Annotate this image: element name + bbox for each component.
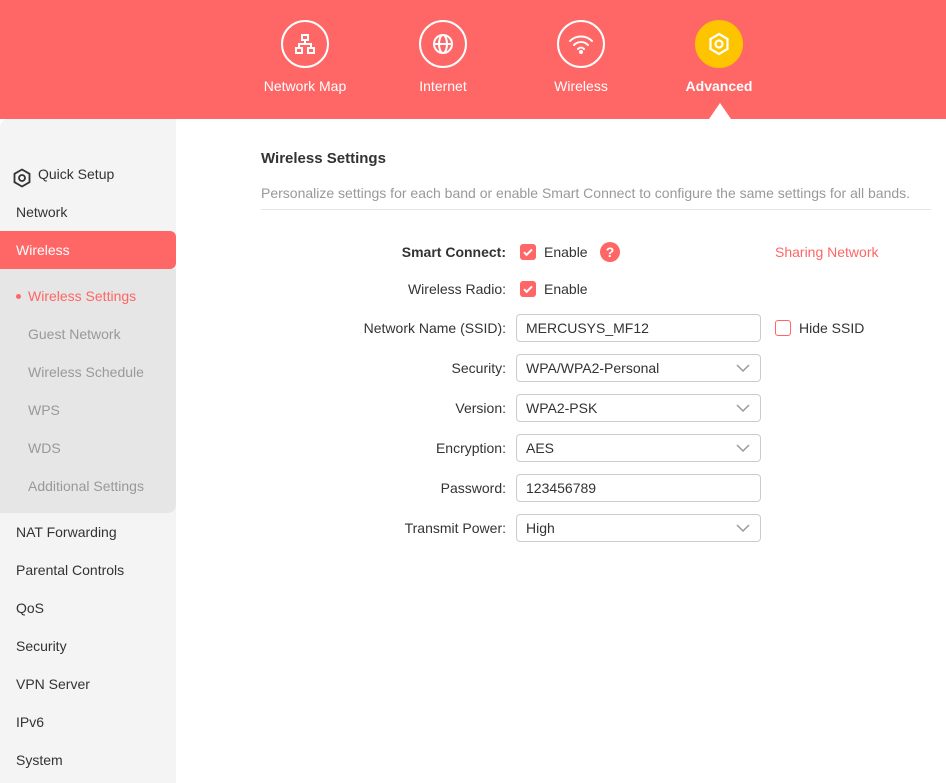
page-title: Wireless Settings xyxy=(261,150,386,167)
nav-internet-label: Internet xyxy=(419,78,467,94)
version-select[interactable]: WPA2-PSK xyxy=(516,394,761,422)
transmit-power-select[interactable]: High xyxy=(516,514,761,542)
transmit-power-label: Transmit Power: xyxy=(404,520,506,536)
chevron-down-icon xyxy=(736,524,750,533)
smart-connect-checkbox[interactable] xyxy=(520,244,536,260)
network-map-icon xyxy=(281,20,329,68)
encryption-label: Encryption: xyxy=(435,440,506,456)
sidebar-item-vpn-server[interactable]: VPN Server xyxy=(0,665,176,703)
sidebar-item-security[interactable]: Security xyxy=(0,627,176,665)
nav-advanced-label: Advanced xyxy=(685,78,753,94)
sidebar-subitem-wireless-schedule[interactable]: Wireless Schedule xyxy=(0,353,176,391)
sidebar-subitem-additional-settings[interactable]: Additional Settings xyxy=(0,467,176,505)
smart-connect-label: Smart Connect: xyxy=(401,244,506,260)
version-label: Version: xyxy=(455,400,506,416)
wireless-radio-enable-label: Enable xyxy=(544,281,588,297)
hide-ssid-checkbox[interactable] xyxy=(775,320,791,336)
ssid-input[interactable]: MERCUSYS_MF12 xyxy=(516,314,761,342)
help-icon[interactable]: ? xyxy=(600,242,620,262)
sidebar-subitem-wireless-settings[interactable]: Wireless Settings xyxy=(0,277,176,315)
encryption-select[interactable]: AES xyxy=(516,434,761,462)
sidebar-item-network[interactable]: Network xyxy=(0,193,176,231)
globe-icon xyxy=(419,20,467,68)
smart-connect-enable-label: Enable xyxy=(544,244,588,260)
sidebar-item-quick-setup[interactable]: Quick Setup xyxy=(0,155,176,193)
nav-network-map[interactable]: Network Map xyxy=(245,20,365,94)
sidebar-item-system[interactable]: System xyxy=(0,741,176,779)
sharing-network-link[interactable]: Sharing Network xyxy=(775,244,879,260)
checkmark-icon xyxy=(523,285,533,294)
sidebar-subitem-guest-network[interactable]: Guest Network xyxy=(0,315,176,353)
top-navigation-bar: Network Map Internet Wireless Advanced xyxy=(0,0,946,119)
sidebar-item-nat-forwarding[interactable]: NAT Forwarding xyxy=(0,513,176,551)
sidebar-item-qos[interactable]: QoS xyxy=(0,589,176,627)
chevron-down-icon xyxy=(736,444,750,453)
title-divider xyxy=(261,209,931,210)
nav-wireless-label: Wireless xyxy=(554,78,608,94)
nav-advanced[interactable]: Advanced xyxy=(659,20,779,94)
checkmark-icon xyxy=(523,248,533,257)
security-select-value: WPA/WPA2-Personal xyxy=(526,360,660,376)
sidebar-item-ipv6[interactable]: IPv6 xyxy=(0,703,176,741)
sidebar-item-parental-controls[interactable]: Parental Controls xyxy=(0,551,176,589)
wifi-icon xyxy=(557,20,605,68)
sidebar-item-label: Quick Setup xyxy=(38,166,115,182)
nav-internet[interactable]: Internet xyxy=(383,20,503,94)
security-select[interactable]: WPA/WPA2-Personal xyxy=(516,354,761,382)
security-label: Security: xyxy=(451,360,506,376)
sidebar-subitem-wps[interactable]: WPS xyxy=(0,391,176,429)
hide-ssid-label: Hide SSID xyxy=(799,320,865,336)
wireless-radio-checkbox[interactable] xyxy=(520,281,536,297)
encryption-select-value: AES xyxy=(526,440,555,456)
wireless-radio-label: Wireless Radio: xyxy=(407,281,506,297)
password-input[interactable]: 123456789 xyxy=(516,474,761,502)
version-select-value: WPA2-PSK xyxy=(526,400,598,416)
nav-wireless[interactable]: Wireless xyxy=(521,20,641,94)
nav-network-map-label: Network Map xyxy=(263,78,347,94)
sidebar-item-wireless[interactable]: Wireless xyxy=(0,231,176,269)
gear-icon xyxy=(695,20,743,68)
active-nav-pointer xyxy=(709,103,731,119)
page-description: Personalize settings for each band or en… xyxy=(261,185,911,201)
chevron-down-icon xyxy=(736,404,750,413)
sidebar-subitem-wds[interactable]: WDS xyxy=(0,429,176,467)
password-label: Password: xyxy=(440,480,506,496)
ssid-label: Network Name (SSID): xyxy=(363,320,506,336)
chevron-down-icon xyxy=(736,364,750,373)
transmit-power-select-value: High xyxy=(526,520,555,536)
